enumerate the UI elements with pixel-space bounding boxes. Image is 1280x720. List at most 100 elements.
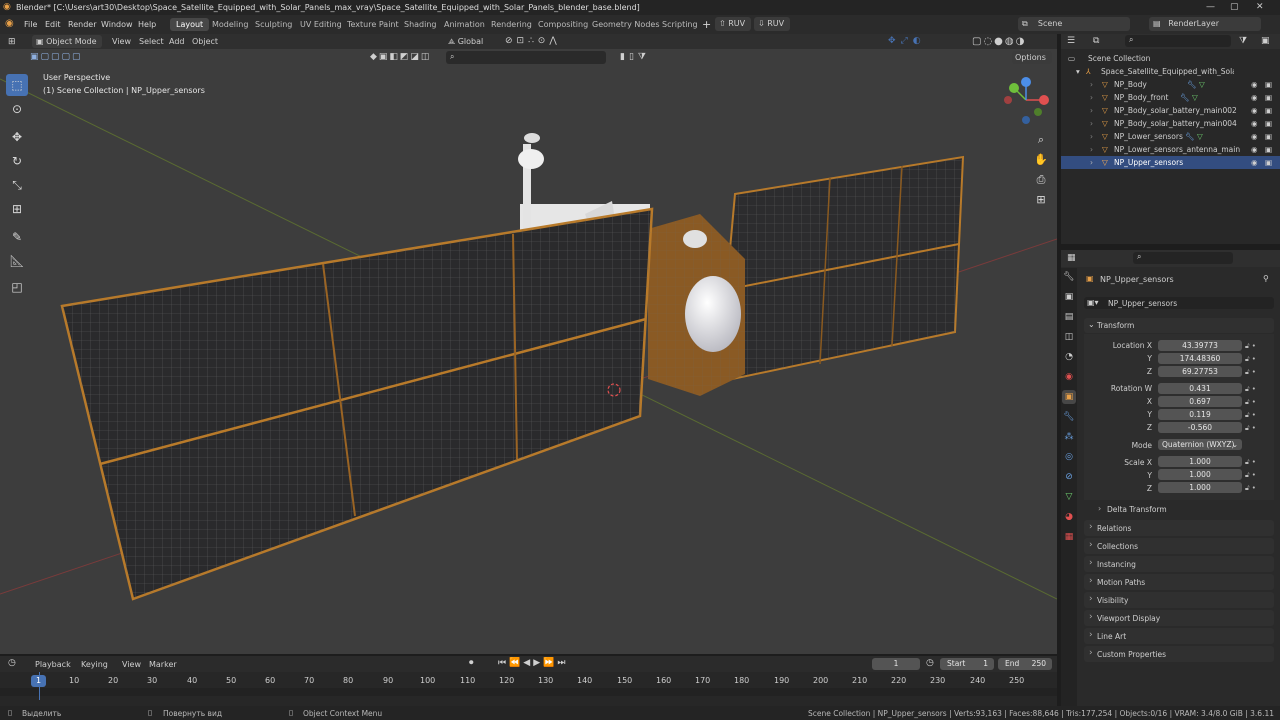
navigation-gizmo[interactable] [1000, 74, 1052, 126]
line-art-panel[interactable]: Line Art [1084, 628, 1274, 644]
scale-tool[interactable]: ⤡ [6, 174, 28, 196]
current-frame-field[interactable]: 1 [872, 658, 920, 670]
rotation-w-field[interactable]: 0.431 [1158, 383, 1242, 394]
delta-transform-subpanel[interactable]: › Delta Transform [1098, 503, 1258, 515]
relations-panel[interactable]: Relations [1084, 520, 1274, 536]
location-x-field[interactable]: 43.39773 [1158, 340, 1242, 351]
camera-icon[interactable]: ⎙ [1034, 170, 1048, 190]
properties-editor-icon[interactable]: ▦ [1067, 253, 1076, 263]
perspective-grid-icon[interactable]: ⊞ [1034, 190, 1048, 210]
marker-menu[interactable]: Marker [149, 660, 177, 669]
tab-compositing[interactable]: Compositing [532, 18, 594, 31]
constraints-tab-icon[interactable]: ⊘ [1062, 470, 1076, 484]
stopwatch-icon[interactable]: ◷ [926, 658, 934, 668]
menu-help[interactable]: Help [138, 20, 156, 29]
menu-file[interactable]: File [24, 20, 37, 29]
location-y-field[interactable]: 174.48360 [1158, 353, 1242, 364]
lock-icon[interactable]: 🔓︎ • [1245, 396, 1269, 409]
select-menu[interactable]: Select [139, 37, 164, 46]
visibility-eye-icon[interactable]: ◉ [1251, 158, 1258, 167]
object-menu[interactable]: Object [192, 37, 218, 46]
lock-icon[interactable]: 🔓︎ • [1245, 383, 1269, 396]
transform-tool[interactable]: ⊞ [6, 198, 28, 220]
scale-x-field[interactable]: 1.000 [1158, 456, 1242, 467]
lock-icon[interactable]: 🔓︎ • [1245, 366, 1269, 379]
outliner-row-scene[interactable]: ▭ Scene Collection [1061, 52, 1280, 65]
visibility-eye-icon[interactable]: ◉ [1251, 93, 1258, 102]
physics-tab-icon[interactable]: ◎ [1062, 450, 1076, 464]
rotation-z-field[interactable]: -0.560 [1158, 422, 1242, 433]
scale-y-field[interactable]: 1.000 [1158, 469, 1242, 480]
viewport-filter-icons[interactable]: ▮▯⧩ [620, 52, 650, 62]
rotate-tool[interactable]: ↻ [6, 150, 28, 172]
texture-tab-icon[interactable]: ▦ [1062, 530, 1076, 544]
outliner-editor-icon[interactable]: ☰ [1067, 36, 1075, 46]
tab-uv-editing[interactable]: UV Editing [294, 18, 348, 31]
viewport-search-input[interactable]: ⌕ [446, 51, 606, 64]
visibility-eye-icon[interactable]: ◉ [1251, 145, 1258, 154]
tab-scripting[interactable]: Scripting [656, 18, 704, 31]
render-camera-icon[interactable]: ▣ [1265, 132, 1272, 141]
menu-render[interactable]: Render [68, 20, 96, 29]
render-camera-icon[interactable]: ▣ [1265, 93, 1272, 102]
move-tool[interactable]: ✥ [6, 126, 28, 148]
tab-layout[interactable]: Layout [170, 18, 210, 31]
tool-tab-icon[interactable]: 🔧︎ [1062, 270, 1076, 284]
menu-window[interactable]: Window [101, 20, 133, 29]
collections-panel[interactable]: Collections [1084, 538, 1274, 554]
new-collection-icon[interactable]: ▣ [1261, 36, 1270, 46]
playback-controls[interactable]: ⏮⏪◀▶⏩⏭ [498, 658, 568, 668]
rotation-x-field[interactable]: 0.697 [1158, 396, 1242, 407]
output-tab-icon[interactable]: ▤ [1062, 310, 1076, 324]
record-icon[interactable]: ⏺ [469, 658, 474, 668]
render-camera-icon[interactable]: ▣ [1265, 119, 1272, 128]
view-menu[interactable]: View [112, 37, 131, 46]
outliner-item-active[interactable]: › ▽ NP_Upper_sensors ◉ ▣ [1061, 156, 1280, 169]
rotation-y-field[interactable]: 0.119 [1158, 409, 1242, 420]
snapping-controls[interactable]: ⊘⊡∴⊙⋀ [505, 36, 561, 46]
visibility-eye-icon[interactable]: ◉ [1251, 119, 1258, 128]
measure-tool[interactable]: 📐︎ [6, 250, 28, 272]
lock-icon[interactable]: 🔓︎ • [1245, 422, 1269, 435]
rotation-mode-select[interactable]: Quaternion (WXYZ) ⌄ [1158, 439, 1242, 450]
ruv-button-2[interactable]: ⇩ RUV [754, 17, 790, 31]
pin-icon[interactable]: ⚲ [1263, 274, 1269, 283]
render-tab-icon[interactable]: ▣ [1062, 290, 1076, 304]
visibility-eye-icon[interactable]: ◉ [1251, 132, 1258, 141]
location-z-field[interactable]: 69.27753 [1158, 366, 1242, 377]
transform-orientation-selector[interactable]: ⟁ Global [448, 37, 483, 47]
tab-texture-paint[interactable]: Texture Paint [341, 18, 405, 31]
lock-icon[interactable]: 🔓︎ • [1245, 340, 1269, 353]
scale-z-field[interactable]: 1.000 [1158, 482, 1242, 493]
menu-edit[interactable]: Edit [45, 20, 61, 29]
lock-icon[interactable]: 🔓︎ • [1245, 353, 1269, 366]
render-camera-icon[interactable]: ▣ [1265, 158, 1272, 167]
shading-mode-buttons[interactable]: ▢◌●◍◑ [972, 36, 1026, 47]
select-box-tool[interactable]: ⬚ [6, 74, 28, 96]
ruv-button-1[interactable]: ⇧ RUV [715, 17, 751, 31]
scene-selector[interactable]: ⧉ Scene [1018, 17, 1130, 31]
visibility-eye-icon[interactable]: ◉ [1251, 106, 1258, 115]
render-camera-icon[interactable]: ▣ [1265, 106, 1272, 115]
visibility-panel[interactable]: Visibility [1084, 592, 1274, 608]
zoom-icon[interactable]: ⌕ [1034, 130, 1048, 150]
outliner-item[interactable]: › ▽ NP_Body 🔧︎ ▽ ◉ ▣ [1061, 78, 1280, 91]
tab-modeling[interactable]: Modeling [206, 18, 254, 31]
material-tab-icon[interactable]: ◕ [1062, 510, 1076, 524]
instancing-panel[interactable]: Instancing [1084, 556, 1274, 572]
keying-menu[interactable]: Keying [81, 660, 108, 669]
editor-type-icon[interactable]: ⊞ [8, 37, 16, 47]
maximize-icon[interactable]: ▢ [1230, 2, 1239, 12]
outliner-item[interactable]: › ▽ NP_Body_front 🔧︎ ▽ ◉ ▣ [1061, 91, 1280, 104]
blender-menu-icon[interactable]: ◉ [5, 18, 14, 29]
outliner-filter-icon[interactable]: ⧩ [1239, 36, 1247, 46]
mode-selector[interactable]: ▣ Object Mode [32, 35, 102, 48]
lock-icon[interactable]: 🔓︎ • [1245, 482, 1269, 495]
annotate-tool[interactable]: ✎ [6, 226, 28, 248]
world-tab-icon[interactable]: ◉ [1062, 370, 1076, 384]
lock-icon[interactable]: 🔓︎ • [1245, 456, 1269, 469]
modifier-tab-icon[interactable]: 🔧︎ [1062, 410, 1076, 424]
tab-sculpting[interactable]: Sculpting [249, 18, 298, 31]
outliner-row-collection[interactable]: ▾ ⅄ Space_Satellite_Equipped_with_Solar_… [1061, 65, 1280, 78]
add-menu[interactable]: Add [169, 37, 185, 46]
